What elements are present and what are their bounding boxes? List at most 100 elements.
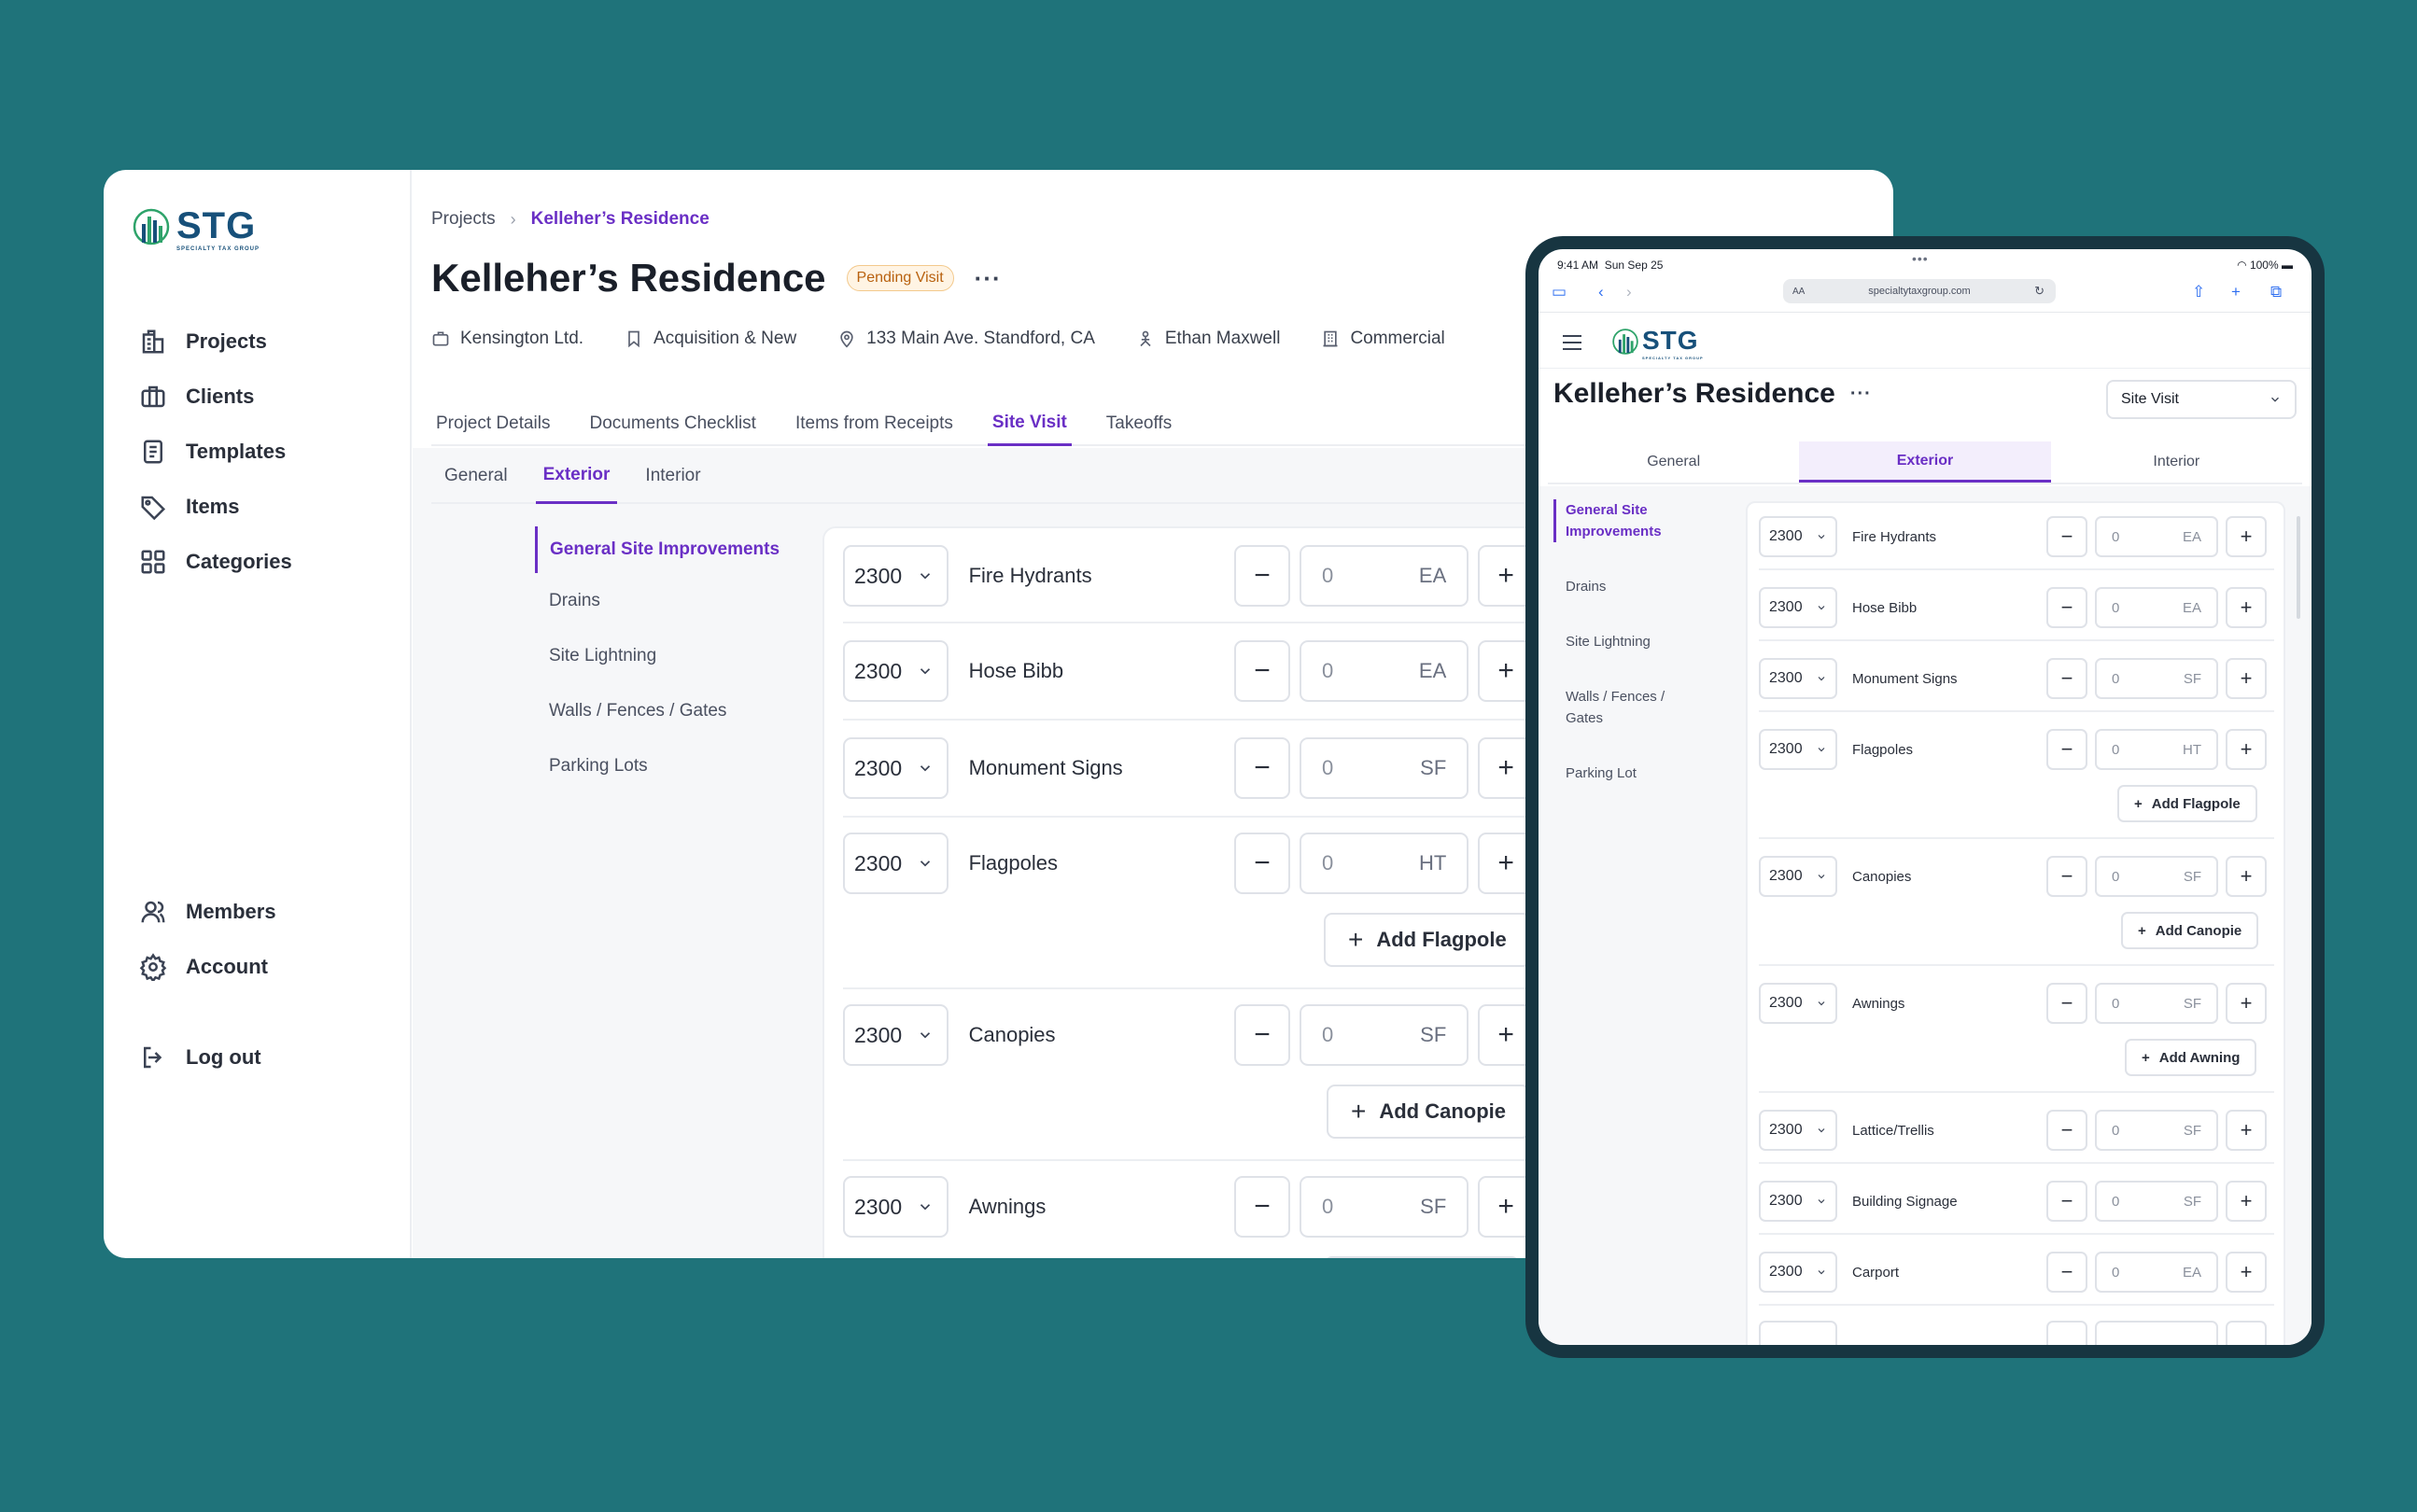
tab-site-visit[interactable]: Site Visit bbox=[987, 401, 1072, 446]
increment-button[interactable]: + bbox=[2226, 729, 2267, 770]
quantity-field[interactable]: 0 EA bbox=[1299, 545, 1469, 607]
subtab-general[interactable]: General bbox=[437, 448, 515, 504]
subtab-exterior[interactable]: Exterior bbox=[535, 448, 618, 504]
increment-button[interactable]: + bbox=[2226, 1110, 2267, 1151]
stg-logo[interactable]: STG SPECIALTY TAX GROUP bbox=[132, 207, 260, 252]
reload-icon[interactable]: ↻ bbox=[2034, 284, 2045, 299]
decrement-button[interactable]: − bbox=[1234, 545, 1290, 607]
add-awning-button-partial[interactable] bbox=[1324, 1256, 1520, 1258]
quantity-field[interactable]: 0 SF bbox=[1299, 1176, 1469, 1238]
sidebar-item-members[interactable]: Members bbox=[139, 884, 276, 939]
multitasking-dots-icon[interactable]: ••• bbox=[1912, 251, 1929, 266]
increment-button[interactable] bbox=[2226, 1321, 2267, 1345]
category-walls-fences-gates[interactable]: Walls / Fences / Gates bbox=[1553, 686, 1675, 729]
category-general-site-improvements[interactable]: General Site Improvements bbox=[1553, 499, 1721, 542]
tab-project-details[interactable]: Project Details bbox=[431, 401, 555, 446]
subtab-exterior[interactable]: Exterior bbox=[1799, 441, 2051, 483]
increment-button[interactable]: + bbox=[2226, 587, 2267, 628]
category-parking-lot[interactable]: Parking Lot bbox=[1553, 763, 1721, 784]
decrement-button[interactable]: − bbox=[2046, 856, 2087, 897]
hamburger-menu-icon[interactable] bbox=[1563, 335, 1581, 355]
category-general-site-improvements[interactable]: General Site Improvements bbox=[535, 526, 806, 573]
code-select[interactable]: 2300 bbox=[843, 640, 949, 702]
code-select[interactable]: 2300 bbox=[1759, 1252, 1837, 1293]
decrement-button[interactable]: − bbox=[1234, 1004, 1290, 1066]
subtab-general[interactable]: General bbox=[1548, 441, 1799, 483]
category-parking-lots[interactable]: Parking Lots bbox=[535, 738, 806, 793]
sidebar-item-templates[interactable]: Templates bbox=[139, 424, 292, 479]
code-select[interactable] bbox=[1759, 1321, 1837, 1345]
decrement-button[interactable]: − bbox=[1234, 833, 1290, 894]
decrement-button[interactable]: − bbox=[1234, 737, 1290, 799]
quantity-field[interactable]: 0 SF bbox=[2095, 983, 2218, 1024]
stage-select[interactable]: Site Visit bbox=[2106, 380, 2297, 419]
text-size-button[interactable]: AA bbox=[1792, 287, 1805, 297]
stg-logo[interactable]: STG SPECIALTY TAX GROUP bbox=[1611, 328, 1704, 360]
tab-items-from-receipts[interactable]: Items from Receipts bbox=[791, 401, 958, 446]
forward-icon[interactable]: › bbox=[1626, 283, 1632, 301]
share-icon[interactable]: ⇧ bbox=[2192, 283, 2205, 301]
sidebar-toggle-icon[interactable]: ▭ bbox=[1552, 283, 1567, 301]
decrement-button[interactable]: − bbox=[2046, 983, 2087, 1024]
code-select[interactable]: 2300 bbox=[1759, 587, 1837, 628]
increment-button[interactable]: + bbox=[2226, 983, 2267, 1024]
address-bar[interactable]: AA specialtytaxgroup.com ↻ bbox=[1783, 279, 2056, 303]
tab-documents-checklist[interactable]: Documents Checklist bbox=[585, 401, 761, 446]
decrement-button[interactable]: − bbox=[1234, 640, 1290, 702]
tabs-overview-icon[interactable]: ⧉ bbox=[2270, 283, 2282, 301]
back-icon[interactable]: ‹ bbox=[1598, 283, 1604, 301]
increment-button[interactable]: + bbox=[2226, 1181, 2267, 1222]
code-select[interactable]: 2300 bbox=[843, 737, 949, 799]
decrement-button[interactable]: − bbox=[2046, 587, 2087, 628]
category-walls-fences-gates[interactable]: Walls / Fences / Gates bbox=[535, 683, 806, 738]
code-select[interactable]: 2300 bbox=[843, 833, 949, 894]
breadcrumb-root[interactable]: Projects bbox=[431, 209, 496, 230]
code-select[interactable]: 2300 bbox=[1759, 1110, 1837, 1151]
quantity-field[interactable]: 0 EA bbox=[2095, 516, 2218, 557]
add-flagpole-button[interactable]: + Add Flagpole bbox=[1324, 913, 1531, 967]
quantity-field[interactable]: 0 SF bbox=[2095, 658, 2218, 699]
decrement-button[interactable]: − bbox=[2046, 1252, 2087, 1293]
quantity-field[interactable]: 0 EA bbox=[2095, 587, 2218, 628]
sidebar-item-items[interactable]: Items bbox=[139, 479, 292, 534]
quantity-field[interactable] bbox=[2095, 1321, 2218, 1345]
quantity-field[interactable]: 0 SF bbox=[1299, 737, 1469, 799]
category-drains[interactable]: Drains bbox=[535, 573, 806, 628]
category-drains[interactable]: Drains bbox=[1553, 576, 1721, 597]
add-canopie-button[interactable]: + Add Canopie bbox=[1327, 1085, 1531, 1139]
quantity-field[interactable]: 0 EA bbox=[1299, 640, 1469, 702]
increment-button[interactable]: + bbox=[2226, 856, 2267, 897]
sidebar-item-logout[interactable]: Log out bbox=[139, 1029, 276, 1085]
code-select[interactable]: 2300 bbox=[843, 1004, 949, 1066]
code-select[interactable]: 2300 bbox=[1759, 729, 1837, 770]
increment-button[interactable]: + bbox=[2226, 1252, 2267, 1293]
decrement-button[interactable]: − bbox=[2046, 729, 2087, 770]
decrement-button[interactable]: − bbox=[2046, 1181, 2087, 1222]
quantity-field[interactable]: 0 EA bbox=[2095, 1252, 2218, 1293]
code-select[interactable]: 2300 bbox=[843, 545, 949, 607]
code-select[interactable]: 2300 bbox=[1759, 1181, 1837, 1222]
code-select[interactable]: 2300 bbox=[1759, 856, 1837, 897]
decrement-button[interactable] bbox=[2046, 1321, 2087, 1345]
code-select[interactable]: 2300 bbox=[1759, 516, 1837, 557]
quantity-field[interactable]: 0 SF bbox=[2095, 1110, 2218, 1151]
add-flagpole-button[interactable]: + Add Flagpole bbox=[2117, 785, 2257, 822]
add-awning-button[interactable]: + Add Awning bbox=[2125, 1039, 2257, 1076]
scrollbar[interactable] bbox=[2297, 516, 2300, 619]
add-canopie-button[interactable]: + Add Canopie bbox=[2121, 912, 2259, 949]
code-select[interactable]: 2300 bbox=[843, 1176, 949, 1238]
decrement-button[interactable]: − bbox=[1234, 1176, 1290, 1238]
sidebar-item-categories[interactable]: Categories bbox=[139, 534, 292, 589]
category-site-lightning[interactable]: Site Lightning bbox=[535, 628, 806, 683]
decrement-button[interactable]: − bbox=[2046, 516, 2087, 557]
quantity-field[interactable]: 0 SF bbox=[1299, 1004, 1469, 1066]
tab-takeoffs[interactable]: Takeoffs bbox=[1102, 401, 1176, 446]
increment-button[interactable]: + bbox=[2226, 516, 2267, 557]
code-select[interactable]: 2300 bbox=[1759, 658, 1837, 699]
sidebar-item-account[interactable]: Account bbox=[139, 939, 276, 994]
decrement-button[interactable]: − bbox=[2046, 658, 2087, 699]
more-options-icon[interactable]: ··· bbox=[1850, 384, 1872, 405]
sidebar-item-projects[interactable]: Projects bbox=[139, 314, 292, 369]
quantity-field[interactable]: 0 HT bbox=[1299, 833, 1469, 894]
subtab-interior[interactable]: Interior bbox=[2051, 441, 2302, 483]
